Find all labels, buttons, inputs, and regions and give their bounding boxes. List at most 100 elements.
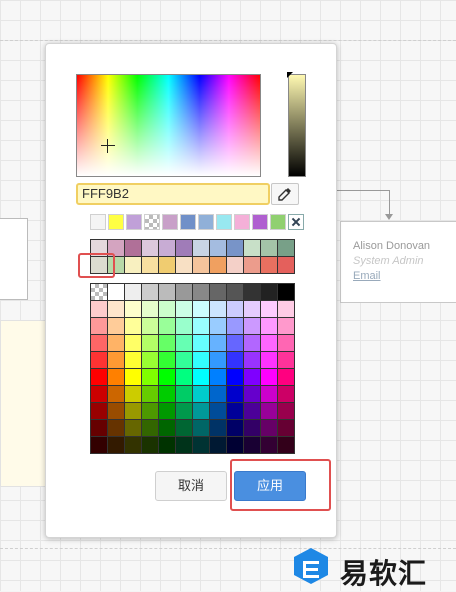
- palette-color-swatch[interactable]: [261, 318, 277, 334]
- palette-color-swatch[interactable]: [108, 335, 124, 351]
- palette-color-swatch[interactable]: [278, 335, 294, 351]
- palette-color-swatch[interactable]: [210, 335, 226, 351]
- theme-color-swatch[interactable]: [142, 240, 158, 256]
- palette-color-swatch[interactable]: [244, 318, 260, 334]
- palette-color-swatch[interactable]: [125, 437, 141, 453]
- palette-color-swatch[interactable]: [193, 335, 209, 351]
- palette-color-swatch[interactable]: [91, 437, 107, 453]
- palette-color-swatch[interactable]: [227, 301, 243, 317]
- recent-color-swatch[interactable]: [162, 214, 178, 230]
- palette-color-swatch[interactable]: [244, 403, 260, 419]
- theme-color-swatch[interactable]: [278, 257, 294, 273]
- recent-color-swatch[interactable]: [198, 214, 214, 230]
- palette-color-swatch[interactable]: [210, 301, 226, 317]
- palette-color-swatch[interactable]: [142, 284, 158, 300]
- palette-color-swatch[interactable]: [210, 403, 226, 419]
- palette-color-swatch[interactable]: [278, 437, 294, 453]
- palette-color-swatch[interactable]: [142, 369, 158, 385]
- palette-color-swatch[interactable]: [210, 369, 226, 385]
- palette-color-swatch[interactable]: [142, 318, 158, 334]
- palette-color-swatch[interactable]: [227, 437, 243, 453]
- connector-line-vertical[interactable]: [389, 190, 390, 216]
- recent-color-swatch[interactable]: [180, 214, 196, 230]
- palette-color-swatch[interactable]: [159, 386, 175, 402]
- palette-color-swatch[interactable]: [278, 403, 294, 419]
- theme-color-swatch[interactable]: [142, 257, 158, 273]
- palette-color-swatch[interactable]: [142, 437, 158, 453]
- palette-color-swatch[interactable]: [108, 420, 124, 436]
- palette-color-swatch[interactable]: [108, 403, 124, 419]
- palette-color-swatch[interactable]: [159, 301, 175, 317]
- palette-color-swatch[interactable]: [108, 369, 124, 385]
- palette-color-swatch[interactable]: [244, 335, 260, 351]
- palette-color-swatch[interactable]: [176, 318, 192, 334]
- palette-color-swatch[interactable]: [227, 403, 243, 419]
- palette-color-swatch[interactable]: [210, 352, 226, 368]
- palette-color-swatch[interactable]: [193, 386, 209, 402]
- transparent-swatch[interactable]: [91, 284, 107, 300]
- palette-color-swatch[interactable]: [125, 335, 141, 351]
- theme-color-swatch[interactable]: [125, 257, 141, 273]
- recent-color-swatch[interactable]: [126, 214, 142, 230]
- palette-color-swatch[interactable]: [159, 369, 175, 385]
- palette-color-swatch[interactable]: [227, 369, 243, 385]
- palette-color-swatch[interactable]: [142, 352, 158, 368]
- palette-color-swatch[interactable]: [142, 301, 158, 317]
- palette-color-swatch[interactable]: [91, 386, 107, 402]
- hex-color-input[interactable]: [76, 183, 270, 205]
- theme-color-swatch[interactable]: [193, 240, 209, 256]
- palette-color-swatch[interactable]: [244, 420, 260, 436]
- transparent-swatch[interactable]: [144, 214, 160, 230]
- eyedropper-button[interactable]: [271, 183, 299, 205]
- theme-color-swatch[interactable]: [261, 240, 277, 256]
- palette-color-swatch[interactable]: [176, 386, 192, 402]
- palette-color-swatch[interactable]: [176, 437, 192, 453]
- theme-color-swatch[interactable]: [176, 257, 192, 273]
- palette-color-swatch[interactable]: [210, 420, 226, 436]
- palette-color-swatch[interactable]: [210, 284, 226, 300]
- palette-color-swatch[interactable]: [278, 386, 294, 402]
- palette-color-swatch[interactable]: [108, 386, 124, 402]
- palette-color-swatch[interactable]: [125, 403, 141, 419]
- palette-color-swatch[interactable]: [278, 284, 294, 300]
- palette-color-swatch[interactable]: [91, 318, 107, 334]
- theme-color-swatch[interactable]: [159, 240, 175, 256]
- recent-color-swatch[interactable]: [216, 214, 232, 230]
- brightness-marker-icon[interactable]: [287, 72, 293, 78]
- palette-color-swatch[interactable]: [125, 420, 141, 436]
- palette-color-swatch[interactable]: [159, 403, 175, 419]
- palette-color-swatch[interactable]: [108, 318, 124, 334]
- diagram-note-yellow[interactable]: [0, 320, 48, 487]
- theme-color-swatch[interactable]: [210, 257, 226, 273]
- palette-color-swatch[interactable]: [193, 437, 209, 453]
- theme-color-swatch[interactable]: [159, 257, 175, 273]
- palette-color-swatch[interactable]: [278, 369, 294, 385]
- palette-color-swatch[interactable]: [176, 403, 192, 419]
- palette-color-swatch[interactable]: [261, 284, 277, 300]
- diagram-node-left[interactable]: [0, 218, 28, 300]
- theme-color-swatch[interactable]: [125, 240, 141, 256]
- palette-color-swatch[interactable]: [193, 284, 209, 300]
- palette-color-swatch[interactable]: [227, 318, 243, 334]
- palette-color-swatch[interactable]: [159, 420, 175, 436]
- palette-color-swatch[interactable]: [261, 352, 277, 368]
- palette-color-swatch[interactable]: [261, 420, 277, 436]
- palette-color-swatch[interactable]: [108, 437, 124, 453]
- palette-color-swatch[interactable]: [193, 403, 209, 419]
- connector-line[interactable]: [330, 190, 390, 191]
- palette-color-swatch[interactable]: [261, 301, 277, 317]
- theme-color-swatch[interactable]: [227, 240, 243, 256]
- palette-color-swatch[interactable]: [278, 318, 294, 334]
- palette-color-swatch[interactable]: [91, 301, 107, 317]
- palette-color-swatch[interactable]: [159, 318, 175, 334]
- palette-color-swatch[interactable]: [176, 420, 192, 436]
- theme-color-swatch[interactable]: [244, 240, 260, 256]
- palette-color-swatch[interactable]: [91, 352, 107, 368]
- palette-color-swatch[interactable]: [261, 386, 277, 402]
- theme-color-swatch[interactable]: [227, 257, 243, 273]
- palette-color-swatch[interactable]: [159, 335, 175, 351]
- palette-color-swatch[interactable]: [210, 318, 226, 334]
- recent-color-swatch[interactable]: [270, 214, 286, 230]
- theme-color-swatch[interactable]: [244, 257, 260, 273]
- palette-color-swatch[interactable]: [125, 386, 141, 402]
